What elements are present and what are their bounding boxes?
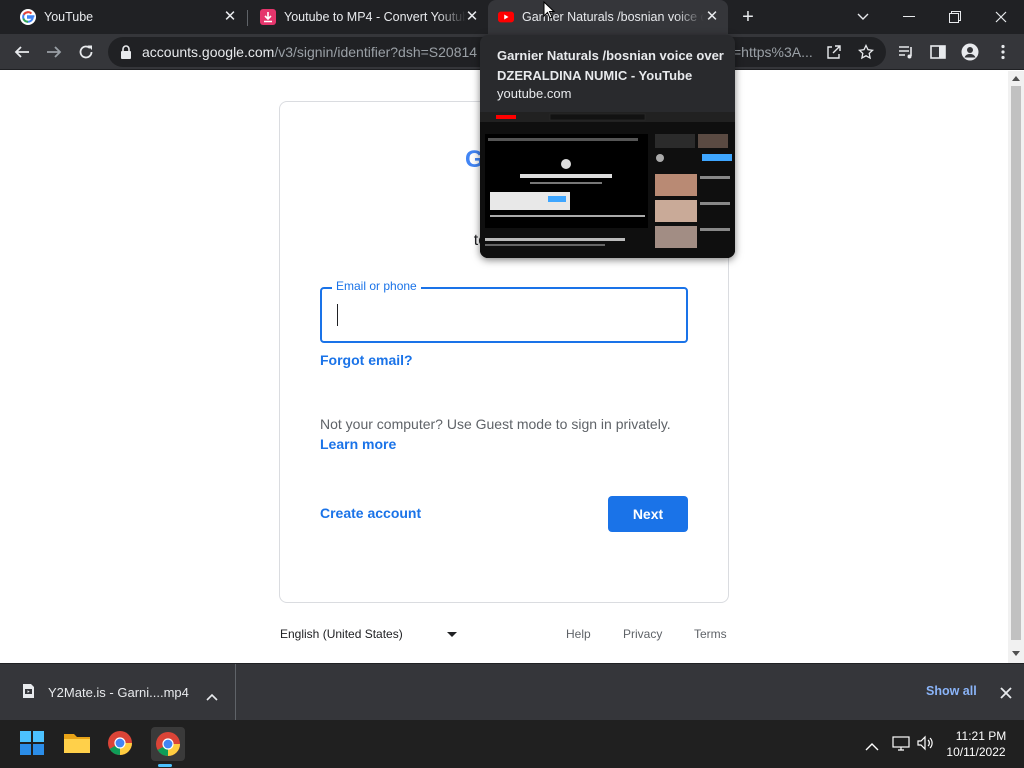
forward-icon[interactable] bbox=[40, 38, 68, 66]
tab-y2mate[interactable]: Youtube to MP4 - Convert Youtube ✕ bbox=[248, 0, 488, 34]
chrome-icon[interactable] bbox=[107, 730, 135, 758]
url-suffix: =https%3A... bbox=[733, 44, 813, 60]
privacy-link[interactable]: Privacy bbox=[623, 627, 662, 641]
profile-icon[interactable] bbox=[961, 43, 979, 61]
bookmark-star-icon[interactable] bbox=[857, 43, 875, 60]
chevron-up-icon[interactable] bbox=[865, 738, 879, 756]
create-account-button[interactable]: Create account bbox=[320, 505, 421, 521]
hover-card-domain: youtube.com bbox=[497, 86, 572, 101]
reload-icon[interactable] bbox=[72, 38, 100, 66]
learn-more-link[interactable]: Learn more bbox=[320, 436, 396, 452]
download-item[interactable]: Y2Mate.is - Garni....mp4 bbox=[0, 664, 236, 721]
windows-start-icon[interactable] bbox=[19, 730, 47, 758]
clock-time[interactable]: 11:21 PM bbox=[951, 729, 1011, 743]
tab-youtube[interactable]: YouTube ✕ bbox=[8, 0, 246, 34]
media-controls-icon[interactable] bbox=[897, 43, 915, 61]
clock-date[interactable]: 10/11/2022 bbox=[946, 745, 1006, 759]
vertical-scrollbar[interactable] bbox=[1008, 71, 1024, 663]
lock-icon[interactable] bbox=[120, 45, 132, 64]
scroll-down-icon[interactable] bbox=[1012, 651, 1020, 656]
show-all-downloads-button[interactable]: Show all bbox=[926, 684, 977, 698]
download-shelf: Y2Mate.is - Garni....mp4 Show all bbox=[0, 663, 1024, 721]
tab-title: Youtube to MP4 - Convert Youtube bbox=[284, 10, 466, 24]
mouse-cursor-icon bbox=[543, 1, 555, 19]
help-link[interactable]: Help bbox=[566, 627, 591, 641]
active-app-indicator bbox=[158, 764, 172, 767]
network-icon[interactable] bbox=[892, 735, 910, 756]
tab-preview-thumbnail bbox=[480, 112, 735, 258]
youtube-icon bbox=[498, 9, 514, 25]
tab-hover-card: Garnier Naturals /bosnian voice over DZE… bbox=[480, 35, 735, 258]
share-icon[interactable] bbox=[826, 44, 842, 60]
language-select[interactable]: English (United States) bbox=[280, 627, 403, 641]
file-explorer-icon[interactable] bbox=[63, 730, 91, 758]
email-input[interactable] bbox=[334, 299, 674, 331]
url-path: /v3/signin/identifier?dsh=S20814 bbox=[274, 44, 478, 60]
tab-garnier-youtube[interactable]: Garnier Naturals /bosnian voice over ✕ bbox=[488, 0, 728, 34]
close-tab-icon[interactable]: ✕ bbox=[464, 9, 480, 25]
next-button[interactable]: Next bbox=[608, 496, 688, 532]
tab-strip: YouTube ✕ Youtube to MP4 - Convert Youtu… bbox=[0, 0, 1024, 34]
back-icon[interactable] bbox=[8, 38, 36, 66]
windows-taskbar: 11:21 PM 10/11/2022 bbox=[0, 720, 1024, 768]
page-footer: English (United States) Help Privacy Ter… bbox=[280, 627, 728, 647]
close-window-icon[interactable] bbox=[978, 0, 1024, 34]
email-field-label: Email or phone bbox=[332, 279, 421, 293]
file-icon bbox=[22, 683, 35, 704]
download-icon bbox=[260, 9, 276, 25]
tab-title: YouTube bbox=[44, 10, 94, 24]
forgot-email-link[interactable]: Forgot email? bbox=[320, 352, 413, 368]
chevron-up-icon[interactable] bbox=[206, 688, 218, 706]
close-tab-icon[interactable]: ✕ bbox=[222, 9, 238, 25]
restore-icon[interactable] bbox=[932, 0, 978, 34]
guest-mode-notice: Not your computer? Use Guest mode to sig… bbox=[320, 416, 671, 432]
url-host: accounts.google.com bbox=[142, 44, 275, 60]
terms-link[interactable]: Terms bbox=[694, 627, 727, 641]
volume-icon[interactable] bbox=[916, 735, 934, 756]
scrollbar-thumb[interactable] bbox=[1011, 86, 1021, 640]
google-icon bbox=[20, 9, 36, 25]
new-tab-icon[interactable]: + bbox=[736, 5, 760, 29]
text-caret bbox=[337, 304, 338, 326]
chevron-down-icon[interactable] bbox=[447, 632, 457, 637]
email-field[interactable]: Email or phone bbox=[320, 279, 688, 343]
menu-kebab-icon[interactable] bbox=[994, 43, 1012, 61]
close-tab-icon[interactable]: ✕ bbox=[704, 9, 720, 25]
chrome-active-icon[interactable] bbox=[151, 727, 185, 761]
tab-search-icon[interactable] bbox=[840, 0, 886, 34]
hover-card-title: Garnier Naturals /bosnian voice over DZE… bbox=[497, 48, 724, 83]
close-icon[interactable] bbox=[1000, 686, 1012, 704]
scroll-up-icon[interactable] bbox=[1012, 76, 1020, 81]
minimize-icon[interactable] bbox=[886, 0, 932, 34]
download-file-name: Y2Mate.is - Garni....mp4 bbox=[48, 685, 189, 700]
side-panel-icon[interactable] bbox=[929, 43, 947, 61]
